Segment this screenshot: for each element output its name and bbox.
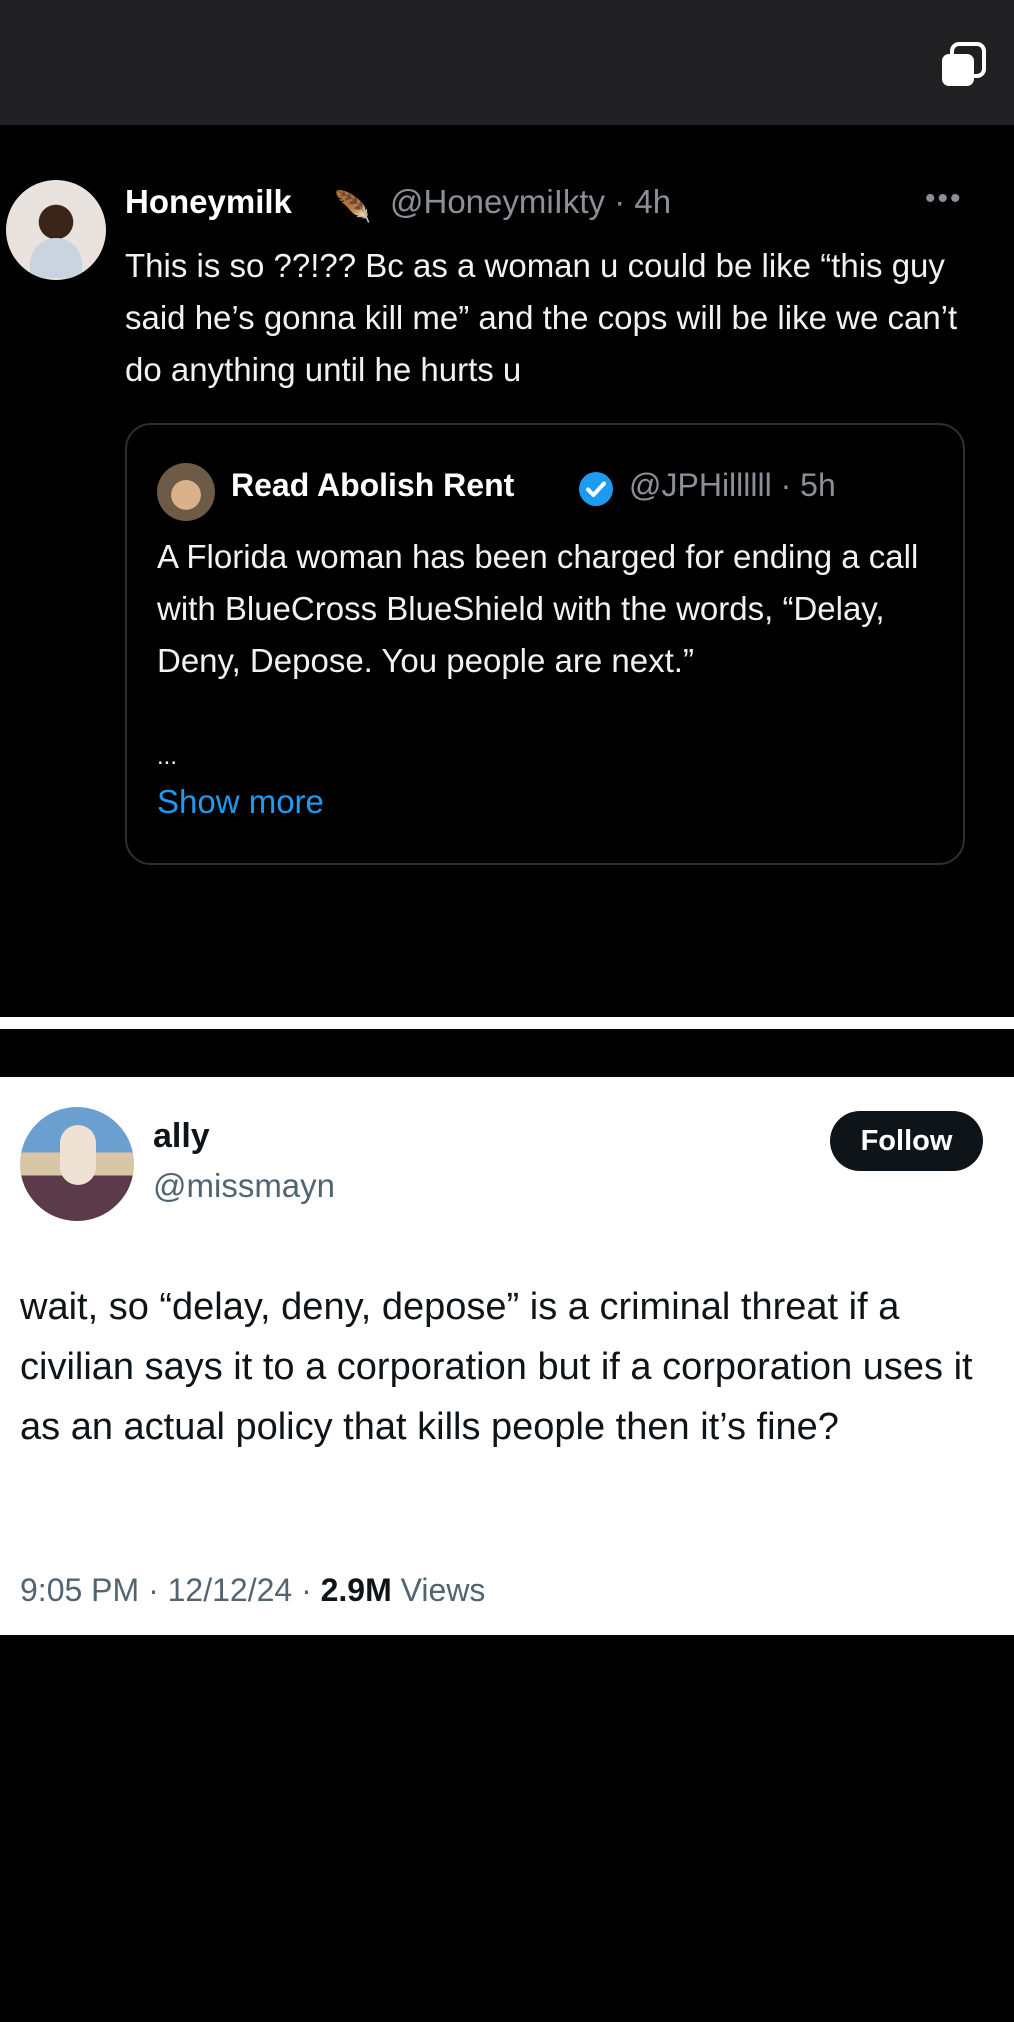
copy-icon[interactable]: [938, 40, 990, 92]
avatar[interactable]: [6, 180, 106, 280]
more-options-icon[interactable]: •••: [925, 182, 963, 216]
handle[interactable]: @HoneymiIkty: [390, 183, 605, 220]
quoted-handle-and-time[interactable]: @JPHillllll · 5h: [629, 467, 836, 504]
handle[interactable]: @missmayn: [153, 1167, 335, 1205]
feather-icon: 🪶: [334, 191, 372, 224]
quoted-text: A Florida woman has been charged for end…: [157, 538, 919, 679]
display-name[interactable]: Honeymilk: [125, 183, 292, 221]
top-bar: [0, 0, 1014, 125]
light-tweet-panel: ally @missmayn Follow wait, so “delay, d…: [0, 1077, 1014, 1635]
quoted-tweet[interactable]: Read Abolish Rent @JPHillllll · 5h A Flo…: [125, 423, 965, 865]
tweet-meta: 9:05 PM · 12/12/24 · 2.9M Views: [20, 1572, 486, 1608]
quoted-display-name[interactable]: Read Abolish Rent: [231, 467, 514, 504]
handle-and-time[interactable]: @HoneymiIkty · 4h: [390, 183, 671, 221]
tweet-date[interactable]: 12/12/24: [168, 1572, 293, 1608]
show-more-link[interactable]: Show more: [157, 783, 324, 821]
avatar[interactable]: [20, 1107, 134, 1221]
views-count[interactable]: 2.9M: [321, 1572, 392, 1608]
follow-button[interactable]: Follow: [830, 1111, 983, 1171]
quoted-handle[interactable]: @JPHillllll: [629, 467, 772, 503]
quoted-ellipsis: ...: [157, 743, 178, 770]
tweet-text: wait, so “delay, deny, depose” is a crim…: [20, 1286, 973, 1448]
timestamp[interactable]: 4h: [634, 183, 671, 220]
separator-band: [0, 1029, 1014, 1077]
quoted-timestamp[interactable]: 5h: [800, 467, 836, 503]
tweet-text: This is so ??!?? Bc as a woman u could b…: [125, 247, 958, 388]
quoted-avatar[interactable]: [157, 463, 215, 521]
tweet-time[interactable]: 9:05 PM: [20, 1572, 139, 1608]
divider: [0, 1017, 1014, 1029]
display-name[interactable]: ally: [153, 1117, 210, 1156]
views-label: Views: [400, 1572, 486, 1608]
verified-badge-icon: [579, 472, 613, 506]
